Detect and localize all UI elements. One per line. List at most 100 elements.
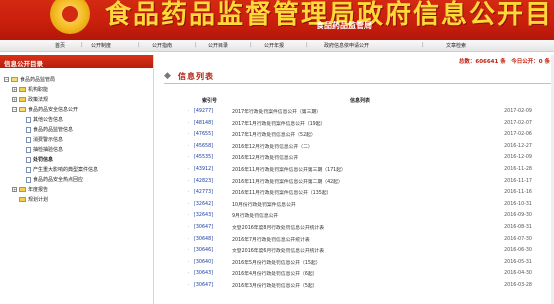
tree-node-agency[interactable]: − 食品药品监管局 [4,76,55,83]
item-title-link[interactable]: 2016年11月行政处罚案件信息公开第二期（42起） [232,178,498,185]
item-index[interactable]: [45658] [194,144,232,149]
item-title-link[interactable]: 9月行政处罚信息公开 [232,212,498,219]
item-title-link[interactable]: 2016年3月份行政处罚信息公开（5起） [232,282,498,289]
nav-article-search[interactable]: 文章检索 [446,42,466,49]
collapse-icon[interactable]: − [4,77,9,82]
item-index[interactable]: [43912] [194,167,232,172]
list-item[interactable]: · [30647] 文登2016年度8月行政处罚信息公开统计表 2016-08-31 [188,223,532,232]
document-icon [26,146,31,153]
item-title-link[interactable]: 2017年行政处罚案件信息公开（第三期） [232,108,498,115]
nav-separator: | [250,42,252,48]
list-item[interactable]: · [32642] 10月份行政处罚案件信息公开 2016-10-31 [188,200,532,209]
item-title-link[interactable]: 2016年12月行政处罚信息公开（二） [232,143,498,150]
item-title-link[interactable]: 2016年11月行政处罚案件信息公开第三期（171起） [232,166,498,173]
item-date: 2016-07-30 [504,236,532,242]
item-title-link[interactable]: 10月份行政处罚案件信息公开 [232,201,498,208]
item-index[interactable]: [49277] [194,109,232,114]
tree-node-functions[interactable]: + 机构职能 [12,86,48,93]
tree-leaf-supervision-info[interactable]: 食品药品监管信息 [26,126,73,133]
tree-leaf-typical-cases[interactable]: 产生重大影响的典型案件信息 [26,166,98,173]
item-title-link[interactable]: 2016年11月行政处罚案件信息公开（135起） [232,189,498,196]
nav-separator: | [306,42,308,48]
item-date: 2016-09-30 [504,213,532,219]
list-item[interactable]: · [30643] 2016年4月份行政处罚信息公开（6起） 2016-04-30 [188,269,532,278]
header-banner: 食品药品监督管理局政府信息公开目录 食品药品监管局 [0,0,554,40]
nav-separator: | [81,42,83,48]
list-item[interactable]: · [43912] 2016年11月行政处罚案件信息公开第三期（171起） 2016-… [188,165,532,174]
item-index[interactable]: [45535] [194,155,232,160]
list-item[interactable]: · [30647] 2016年3月份行政处罚信息公开（5起） 2016-03-28 [188,281,532,290]
item-index[interactable]: [48148] [194,121,232,126]
list-item[interactable]: · [42773] 2016年11月行政处罚案件信息公开（135起） 2016-11-… [188,188,532,197]
nav-disclosure-rules[interactable]: 公开制度 [91,42,111,49]
list-item[interactable]: · [48148] 2017年1月行政处罚案件信息公开（19起） 2017-02-07 [188,119,532,128]
tree-leaf-other-notices[interactable]: 其他公告信息 [26,116,63,123]
tree-leaf-consumer-warnings[interactable]: 消费警示信息 [26,136,63,143]
item-index[interactable]: [32642] [194,202,232,207]
item-index[interactable]: [30647] [194,225,232,230]
item-index[interactable]: [32643] [194,213,232,218]
item-title-link[interactable]: 2016年7月行政处罚信息公开统计表 [232,236,498,243]
nav-disclosure-catalog[interactable]: 公开目录 [208,42,228,49]
collapse-icon[interactable]: − [12,107,17,112]
list-item[interactable]: · [30648] 2016年7月行政处罚信息公开统计表 2016-07-30 [188,235,532,244]
document-icon [26,176,31,183]
item-date: 2017-02-09 [504,109,532,114]
sidebar: 信息公开目录 − 食品药品监管局 + 机构职能 + 政策法规 − 食品药品安全信息公开 … [0,55,154,304]
item-index[interactable]: [47655] [194,132,232,137]
list-item[interactable]: · [47655] 2017年1月行政处罚信息公开（52起） 2017-02-06 [188,130,532,139]
nav-home[interactable]: 首页 [55,42,65,49]
document-icon [26,166,31,173]
tree-leaf-sampling-info[interactable]: 抽检抽验信息 [26,146,63,153]
item-index[interactable]: [30640] [194,260,232,265]
item-title-link[interactable]: 2017年1月行政处罚案件信息公开（19起） [232,120,498,127]
tree-leaf-hot-responses[interactable]: 食品药品安全热点回应 [26,176,83,183]
list-header: ◆ 信息列表 [164,71,214,82]
item-title-link[interactable]: 2016年4月份行政处罚信息公开（6起） [232,270,498,277]
item-index[interactable]: [30647] [194,283,232,288]
tree-node-plans[interactable]: 规划计划 [12,196,48,203]
list-bullet-icon: ◆ [164,71,171,81]
item-title-link[interactable]: 文登2016年度8月行政处罚信息公开统计表 [232,224,498,231]
sidebar-title: 信息公开目录 [0,55,153,68]
item-title-link[interactable]: 文登2016年度6月行政处罚信息公开统计表 [232,247,498,254]
top-navigation: 首页 | 公开制度 | 公开指南 | 公开目录 | 公开年报 | 政府信息依申请… [0,40,554,52]
expand-icon[interactable]: + [12,97,17,102]
item-title-link[interactable]: 2017年1月行政处罚信息公开（52起） [232,131,498,138]
item-index[interactable]: [42773] [194,190,232,195]
list-item[interactable]: · [32643] 9月行政处罚信息公开 2016-09-30 [188,211,532,220]
item-index[interactable]: [30648] [194,237,232,242]
item-index[interactable]: [30646] [194,248,232,253]
item-date: 2017-02-07 [504,120,532,126]
item-index[interactable]: [42823] [194,179,232,184]
list-item[interactable]: · [30640] 2016年5月份行政处罚信息公开（15起） 2016-05-31 [188,258,532,267]
divider [164,83,552,84]
list-item[interactable]: · [30646] 文登2016年度6月行政处罚信息公开统计表 2016-06-30 [188,246,532,255]
site-subtitle: 食品药品监管局 [316,21,372,30]
item-title-link[interactable]: 2016年12月行政处罚信息公开 [232,154,498,161]
expand-icon[interactable]: + [12,187,17,192]
item-index[interactable]: [30643] [194,271,232,276]
tree-node-safety-info[interactable]: − 食品药品安全信息公开 [12,106,78,113]
folder-icon [19,197,26,202]
item-date: 2016-06-30 [504,248,532,254]
expand-icon[interactable]: + [12,87,17,92]
nav-disclosure-guide[interactable]: 公开指南 [152,42,172,49]
list-item[interactable]: · [42823] 2016年11月行政处罚案件信息公开第二期（42起） 2016-1… [188,177,532,186]
national-emblem-icon [50,0,90,34]
list-item[interactable]: · [49277] 2017年行政处罚案件信息公开（第三期） 2017-02-09 [188,107,532,116]
nav-separator: | [422,42,424,48]
list-item[interactable]: · [45658] 2016年12月行政处罚信息公开（二） 2016-12-27 [188,142,532,151]
disclosure-stats: 总数：606641 条 今日公开：0 条 [458,59,550,65]
tree-node-annual-report[interactable]: + 年度报告 [12,186,48,193]
item-date: 2016-04-30 [504,271,532,277]
document-icon [26,136,31,143]
tree-node-policies[interactable]: + 政策法规 [12,96,48,103]
nav-apply-disclosure[interactable]: 政府信息依申请公开 [324,42,369,49]
tree-leaf-penalty-info[interactable]: 处罚信息 [26,156,53,163]
item-title-link[interactable]: 2016年5月份行政处罚信息公开（15起） [232,259,498,266]
folder-open-icon [19,107,26,112]
nav-annual-report[interactable]: 公开年报 [264,42,284,49]
list-item[interactable]: · [45535] 2016年12月行政处罚信息公开 2016-12-09 [188,153,532,162]
folder-icon [19,87,26,92]
